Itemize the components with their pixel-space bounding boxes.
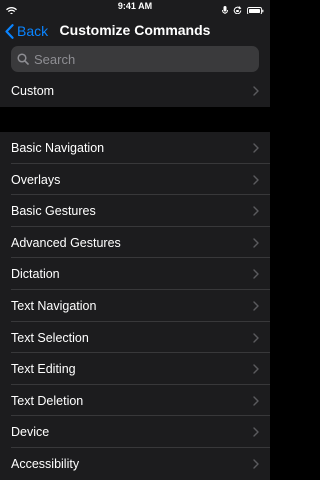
search-area — [0, 43, 270, 75]
list-item-label: Device — [11, 425, 50, 440]
search-input[interactable] — [34, 51, 244, 67]
list-item-label: Basic Gestures — [11, 204, 96, 219]
list-item-label: Accessibility — [11, 457, 80, 471]
list-item-label: Dictation — [11, 267, 60, 282]
list-item[interactable]: Text Deletion — [0, 384, 270, 417]
chevron-left-icon — [5, 23, 14, 39]
chevron-right-icon — [253, 143, 259, 153]
list-item[interactable]: Text Editing — [0, 353, 270, 385]
list-item[interactable]: Basic Gestures — [0, 195, 270, 227]
chevron-right-icon — [253, 238, 259, 248]
chevron-right-icon — [253, 364, 259, 374]
list-item-label: Overlays — [11, 172, 61, 187]
list-item[interactable]: Dictation — [0, 258, 270, 290]
list-item-label: Custom — [11, 84, 55, 98]
list-item[interactable]: Text Selection — [0, 321, 270, 354]
list-item[interactable]: Accessibility — [0, 448, 270, 480]
list-item-label: Text Deletion — [11, 393, 84, 408]
chevron-right-icon — [253, 269, 259, 280]
list-item[interactable]: Advanced Gestures — [0, 226, 270, 259]
list-item[interactable]: Basic Navigation — [0, 132, 270, 164]
chevron-right-icon — [253, 301, 259, 311]
back-button[interactable]: Back — [5, 21, 48, 41]
chevron-right-icon — [253, 86, 259, 96]
chevron-right-icon — [253, 396, 259, 406]
chevron-right-icon — [253, 174, 259, 185]
list-item-label: Advanced Gestures — [11, 235, 121, 250]
list-item[interactable]: Custom — [0, 75, 270, 107]
list-item[interactable]: Overlays — [0, 163, 270, 196]
back-label: Back — [17, 23, 49, 39]
list-item-label: Text Navigation — [11, 299, 97, 313]
chevron-right-icon — [253, 427, 259, 438]
chevron-right-icon — [253, 459, 259, 469]
list-item-label: Text Editing — [11, 362, 76, 377]
list-item-label: Text Selection — [11, 330, 89, 345]
list-item-label: Basic Navigation — [11, 141, 105, 155]
status-bar: 9:41 AM — [0, 0, 270, 15]
list-item[interactable]: Text Navigation — [0, 290, 270, 322]
search-icon — [17, 53, 29, 65]
list-item[interactable]: Device — [0, 416, 270, 448]
chevron-right-icon — [253, 206, 259, 216]
chevron-right-icon — [253, 332, 259, 343]
search-field[interactable] — [11, 46, 259, 72]
section-separator — [0, 107, 270, 132]
